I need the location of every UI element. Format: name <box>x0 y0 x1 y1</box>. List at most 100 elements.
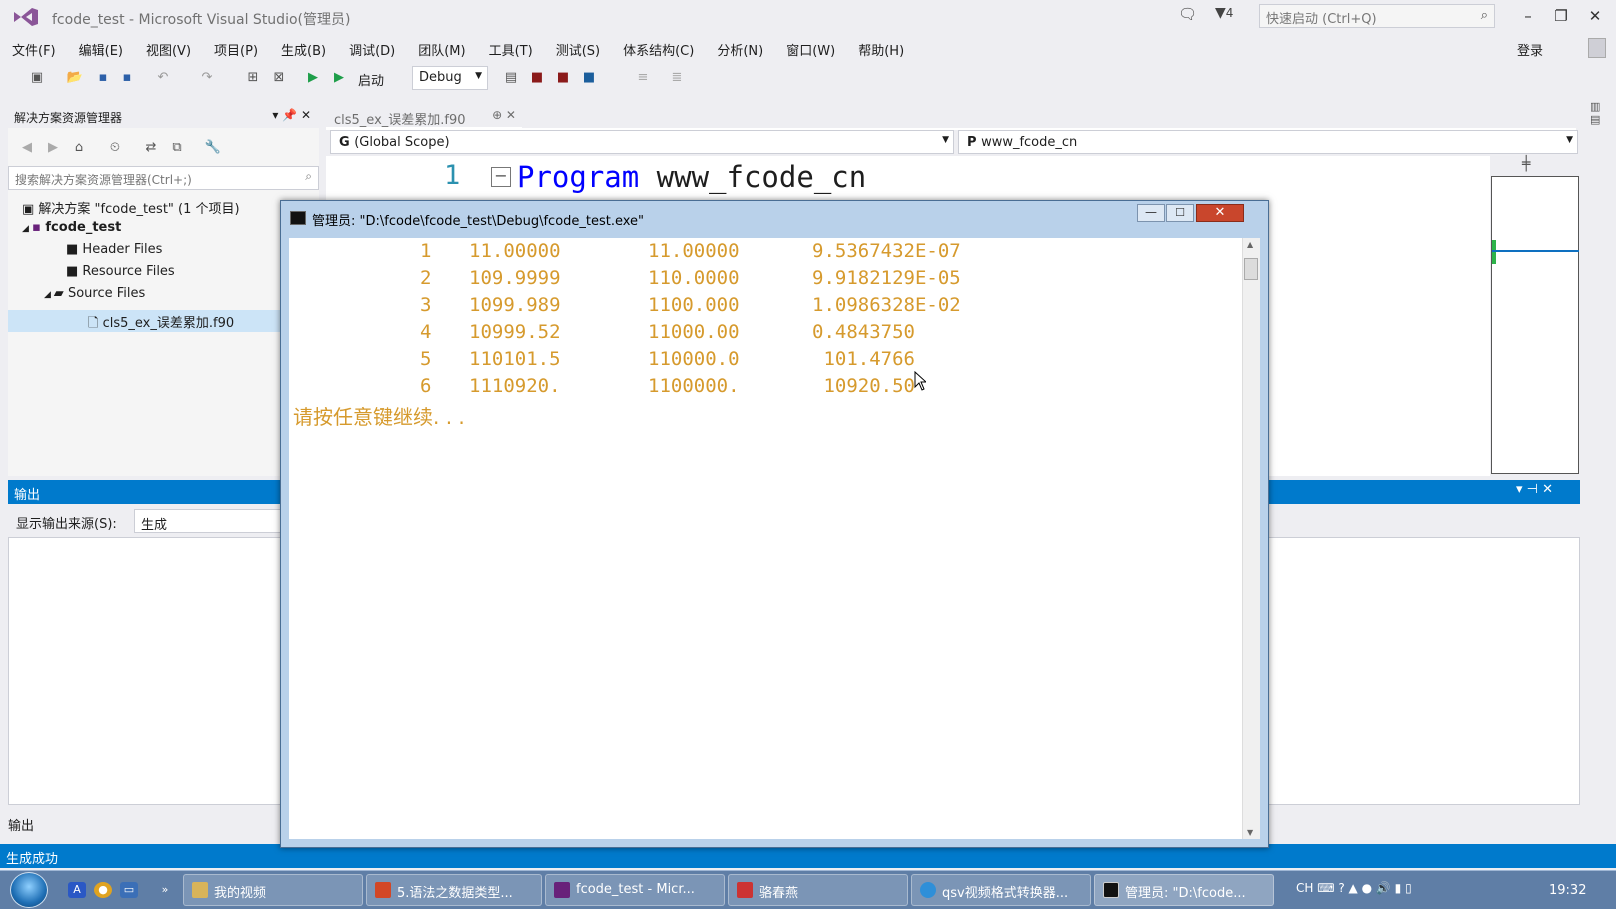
taskbar-item-contact[interactable]: 骆春燕 <box>728 874 908 906</box>
run-icon[interactable]: ▶ <box>304 69 322 87</box>
console-row-error: 10920.50 <box>812 375 915 397</box>
tree-item-source-files[interactable]: ◢ ▰ Source Files <box>44 286 145 301</box>
solution-explorer-toolbar: ◀ ▶ ⌂ ⏲ ⇄ ⧉ 🔧 <box>8 134 319 160</box>
comment-icon[interactable]: ≡ <box>634 69 652 87</box>
taskbar-item-visual-studio[interactable]: fcode_test - Micr... <box>545 874 725 906</box>
notification-icon[interactable]: 🗨 <box>1178 5 1197 23</box>
keyboard-icon[interactable]: ⌨ <box>1313 881 1334 895</box>
scroll-up-icon[interactable]: ▲ <box>1247 240 1253 249</box>
chrome-icon[interactable]: ● <box>94 882 112 898</box>
close-button[interactable]: ✕ <box>1582 4 1608 28</box>
tree-item-resource-files[interactable]: ■ Resource Files <box>66 264 175 279</box>
server-explorer-side-tab[interactable]: ▥ ▤ <box>1590 100 1616 160</box>
tab-close-icon[interactable]: ⊕ ✕ <box>492 108 516 122</box>
properties-icon[interactable]: 🔧 <box>204 139 222 157</box>
user-avatar-icon[interactable] <box>1588 38 1606 58</box>
console-row-index: 1 <box>420 240 432 262</box>
scroll-down-icon[interactable]: ▼ <box>1247 828 1253 837</box>
feedback-filter-icon[interactable]: ▼4 <box>1215 5 1233 21</box>
login-link[interactable]: 登录 <box>1517 40 1543 59</box>
console-output[interactable] <box>289 238 1242 839</box>
menu-edit[interactable]: 编辑(E) <box>67 36 134 59</box>
console-close-button[interactable]: ✕ <box>1196 204 1244 222</box>
quick-launch-placeholder: 快速启动 (Ctrl+Q) <box>1266 12 1377 27</box>
console-minimize-button[interactable]: — <box>1137 204 1165 222</box>
solution-config-icon[interactable]: ▤ <box>502 69 520 87</box>
forward-icon[interactable]: ▶ <box>44 139 62 157</box>
start-debugging-icon[interactable]: ▶ <box>330 69 348 87</box>
undo-icon[interactable]: ↶ <box>154 69 172 87</box>
console-maximize-button[interactable]: ☐ <box>1166 204 1194 222</box>
taskbar-item-converter[interactable]: qsv视频格式转换器... <box>911 874 1091 906</box>
menu-team[interactable]: 团队(M) <box>406 36 476 59</box>
tool-a-icon[interactable]: ■ <box>528 69 546 87</box>
scope-dropdown[interactable]: G (Global Scope) ▼ <box>330 130 954 154</box>
menu-project[interactable]: 项目(P) <box>202 36 269 59</box>
code-minimap[interactable] <box>1491 176 1579 474</box>
quick-launch-a-icon[interactable]: A <box>68 882 86 898</box>
solution-configuration-select[interactable]: Debug ▼ <box>412 66 488 90</box>
menu-file[interactable]: 文件(F) <box>0 36 67 59</box>
menu-test[interactable]: 测试(S) <box>544 36 611 59</box>
editor-tab[interactable]: cls5_ex_误差累加.f90 ⊕ ✕ <box>326 104 522 129</box>
start-button[interactable]: 启动 <box>358 70 384 89</box>
panel-close-icon[interactable]: ▾ 📌 ✕ <box>272 108 311 122</box>
menu-tools[interactable]: 工具(T) <box>477 36 544 59</box>
sync-icon[interactable]: ⇄ <box>142 139 160 157</box>
tool-b-icon[interactable]: ■ <box>554 69 572 87</box>
menu-view[interactable]: 视图(V) <box>134 36 202 59</box>
split-handle-icon[interactable]: ╪ <box>1522 156 1530 172</box>
find-in-files-icon[interactable]: ⊞ <box>244 69 262 87</box>
indent-icon[interactable]: ≣ <box>668 69 686 87</box>
show-desktop-icon[interactable]: ▭ <box>120 882 138 898</box>
output-panel-close-icon[interactable]: ▾ ⊣ ✕ <box>1516 482 1553 497</box>
console-scrollbar[interactable]: ▲ ▼ <box>1242 238 1260 839</box>
save-all-icon[interactable]: ▪ <box>118 69 136 87</box>
tray-overflow-icon[interactable]: ▲ <box>1345 881 1358 895</box>
menu-debug[interactable]: 调试(D) <box>337 36 406 59</box>
open-file-icon[interactable]: 📂 <box>66 69 84 87</box>
taskbar-item-powerpoint[interactable]: 5.语法之数据类型... <box>366 874 542 906</box>
taskbar-item-console[interactable]: 管理员: "D:\fcode... <box>1094 874 1274 906</box>
network-icon[interactable]: ▮ <box>1391 881 1402 895</box>
tree-item-solution[interactable]: ▣ 解决方案 "fcode_test" (1 个项目) <box>22 198 240 217</box>
new-project-icon[interactable]: ▣ <box>28 69 46 87</box>
pending-changes-icon[interactable]: ⏲ <box>106 139 124 157</box>
menu-build[interactable]: 生成(B) <box>269 36 337 59</box>
tool-c-icon[interactable]: ■ <box>580 69 598 87</box>
qq-icon[interactable]: ● <box>1358 881 1372 895</box>
help-icon[interactable]: ? <box>1335 881 1344 895</box>
back-icon[interactable]: ◀ <box>18 139 36 157</box>
taskbar-item-videos[interactable]: 我的视频 <box>183 874 363 906</box>
menu-analyze[interactable]: 分析(N) <box>705 36 774 59</box>
console-row-index: 3 <box>420 294 432 316</box>
build-icon[interactable]: ⊠ <box>270 69 288 87</box>
save-icon[interactable]: ▪ <box>94 69 112 87</box>
output-source-select[interactable]: 生成 <box>134 509 284 533</box>
restore-button[interactable]: ❐ <box>1548 4 1574 28</box>
collapse-region-icon[interactable]: − <box>491 167 511 187</box>
home-icon[interactable]: ⌂ <box>70 139 88 157</box>
menu-window[interactable]: 窗口(W) <box>774 36 846 59</box>
more-icon[interactable]: » <box>156 882 174 898</box>
tree-item-project[interactable]: ◢ ▪ fcode_test <box>22 220 121 235</box>
volume-icon[interactable]: 🔊 <box>1372 881 1391 895</box>
windows-start-button[interactable] <box>10 872 48 908</box>
member-dropdown[interactable]: P www_fcode_cn ▼ <box>958 130 1578 154</box>
menu-architecture[interactable]: 体系结构(C) <box>611 36 705 59</box>
clock[interactable]: 19:32 <box>1549 883 1586 898</box>
collapse-all-icon[interactable]: ⧉ <box>168 139 186 157</box>
tree-item-header-files[interactable]: ■ Header Files <box>66 242 162 257</box>
file-icon: 🗋 <box>88 316 103 331</box>
solution-search-input[interactable]: 搜索解决方案资源管理器(Ctrl+;) ⌕ <box>8 166 319 190</box>
tree-item-label: Header Files <box>82 242 163 257</box>
console-scroll-thumb[interactable] <box>1244 258 1258 280</box>
menu-help[interactable]: 帮助(H) <box>846 36 915 59</box>
redo-icon[interactable]: ↷ <box>198 69 216 87</box>
minimize-button[interactable]: – <box>1515 4 1541 28</box>
quick-launch-input[interactable]: 快速启动 (Ctrl+Q) ⌕ <box>1259 4 1495 28</box>
tree-item-source-file[interactable]: 🗋 cls5_ex_误差累加.f90 <box>88 312 234 336</box>
output-bottom-tab[interactable]: 输出 <box>8 815 34 834</box>
power-icon[interactable]: ▯ <box>1401 881 1412 895</box>
input-language[interactable]: CH <box>1296 881 1313 895</box>
